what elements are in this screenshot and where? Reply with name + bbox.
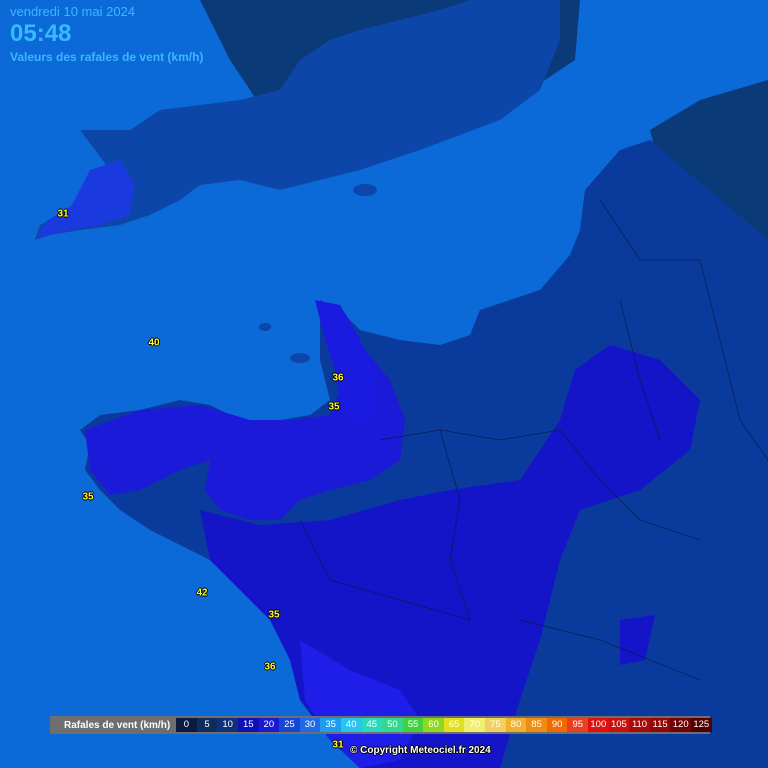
legend-cell: 70 (464, 718, 486, 732)
legend-cell: 125 (691, 718, 712, 732)
copyright-notice: © Copyright Meteociel.fr 2024 (350, 745, 491, 756)
guernsey-island (259, 323, 271, 331)
legend-cell: 35 (320, 718, 341, 732)
station-value: 40 (148, 337, 160, 349)
legend-cell: 85 (526, 718, 547, 732)
station-value: 35 (82, 491, 94, 503)
legend-cell: 10 (217, 718, 238, 732)
station-value: 31 (332, 739, 344, 751)
forecast-date: vendredi 10 mai 2024 (10, 4, 136, 19)
legend-cell: 60 (423, 718, 444, 732)
legend-cell: 20 (258, 718, 280, 732)
legend-cell: 65 (443, 718, 465, 732)
legend-cell: 30 (299, 718, 321, 732)
legend-cell: 40 (340, 718, 362, 732)
legend-cell: 15 (237, 718, 259, 732)
legend-cell: 105 (608, 718, 630, 732)
station-value: 36 (264, 661, 276, 673)
legend-cell: 115 (649, 718, 671, 732)
jersey-island (290, 353, 310, 363)
legend-cell: 50 (382, 718, 403, 732)
legend-title: Rafales de vent (km/h) (64, 719, 171, 731)
legend-cell: 100 (588, 718, 609, 732)
legend-cell: 5 (196, 718, 218, 732)
map-subtitle: Valeurs des rafales de vent (km/h) (10, 50, 204, 64)
isle-of-wight (353, 184, 377, 196)
legend-scale: 0 5 10 15 20 25 30 35 40 45 50 55 60 65 70 75 80 85 90 95 10… (176, 718, 712, 732)
legend-cell: 80 (505, 718, 527, 732)
forecast-time: 05:48 (10, 20, 72, 47)
station-value: 31 (57, 208, 69, 220)
color-legend: Rafales de vent (km/h) 0 5 10 15 20 25 30 35 40 4… (50, 716, 712, 734)
station-value: 42 (196, 587, 208, 599)
legend-cell: 95 (567, 718, 589, 732)
station-value: 35 (328, 401, 340, 413)
wind-gust-map (0, 0, 768, 768)
legend-cell: 120 (670, 718, 691, 732)
station-value: 35 (268, 609, 280, 621)
legend-cell: 45 (361, 718, 383, 732)
station-value: 36 (332, 372, 344, 384)
legend-cell: 55 (402, 718, 424, 732)
legend-cell: 90 (546, 718, 568, 732)
legend-cell: 75 (485, 718, 506, 732)
legend-cell: 25 (279, 718, 300, 732)
legend-cell: 110 (629, 718, 650, 732)
legend-cell: 0 (176, 718, 197, 732)
